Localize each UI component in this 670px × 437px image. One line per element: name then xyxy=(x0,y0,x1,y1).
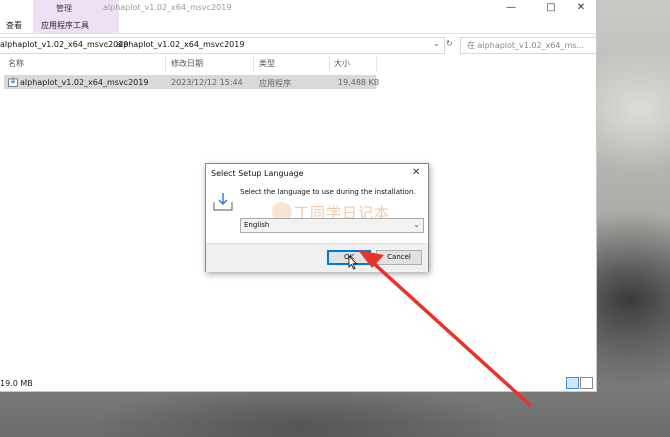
tab-view[interactable]: 查看 xyxy=(6,20,22,31)
large-icons-view-icon[interactable] xyxy=(580,377,593,389)
context-tab-manage[interactable]: 管理 xyxy=(33,3,95,14)
breadcrumb-folder-2[interactable]: alphaplot_v1.02_x64_msvc2019 xyxy=(116,40,244,49)
file-name: alphaplot_v1.02_x64_msvc2019 xyxy=(20,78,149,87)
dialog-title: Select Setup Language xyxy=(211,169,304,178)
search-input[interactable]: 在 alphaplot_v1.02_x64_ms... xyxy=(467,40,584,51)
column-header-name[interactable]: 名称 xyxy=(8,58,24,70)
column-header-type[interactable]: 类型 xyxy=(259,58,275,70)
language-select-value: English xyxy=(244,221,270,229)
dialog-message: Select the language to use during the in… xyxy=(240,188,416,196)
status-selection-size: 19.0 MB xyxy=(0,379,33,388)
minimize-icon[interactable]: — xyxy=(494,0,528,16)
column-header-size[interactable]: 大小 xyxy=(334,58,350,70)
refresh-icon[interactable]: ↻ xyxy=(446,39,453,48)
mouse-cursor-icon xyxy=(348,255,358,270)
column-header-modified[interactable]: 修改日期 xyxy=(171,58,203,70)
column-divider[interactable] xyxy=(329,55,330,72)
ribbon-divider xyxy=(0,33,596,34)
tab-app-tools[interactable]: 应用程序工具 xyxy=(41,20,89,31)
details-view-icon[interactable] xyxy=(566,377,579,389)
file-type: 应用程序 xyxy=(259,79,291,88)
chevron-down-icon[interactable]: ⌄ xyxy=(413,220,420,229)
column-divider[interactable] xyxy=(253,55,254,72)
breadcrumb-separator-icon[interactable]: › xyxy=(105,39,108,48)
setup-install-icon xyxy=(213,193,233,211)
file-modified: 2023/12/12 15:44 xyxy=(171,78,243,87)
breadcrumb-folder-1[interactable]: alphaplot_v1.02_x64_msvc2019 xyxy=(0,40,128,49)
file-row[interactable]: alphaplot_v1.02_x64_msvc2019 2023/12/12 … xyxy=(4,75,380,89)
dialog-close-icon[interactable]: ✕ xyxy=(412,167,420,178)
ribbon-tabs: 查看 应用程序工具 xyxy=(0,18,596,33)
language-select[interactable]: English ⌄ xyxy=(240,218,424,233)
column-divider[interactable] xyxy=(376,55,377,72)
address-bar[interactable]: alphaplot_v1.02_x64_msvc2019 › alphaplot… xyxy=(0,37,445,54)
search-box[interactable]: 在 alphaplot_v1.02_x64_ms... xyxy=(460,37,596,54)
window-title: alphaplot_v1.02_x64_msvc2019 xyxy=(103,3,232,12)
installer-file-icon xyxy=(8,77,18,87)
status-bar: 19.0 MB xyxy=(0,376,596,391)
select-language-dialog: Select Setup Language ✕ Select the langu… xyxy=(205,163,429,272)
maximize-icon[interactable]: □ xyxy=(534,0,568,16)
close-icon[interactable]: ✕ xyxy=(564,0,596,16)
column-divider[interactable] xyxy=(165,55,166,72)
file-size: 19,488 KB xyxy=(338,78,380,87)
cancel-button[interactable]: Cancel xyxy=(376,250,422,265)
address-dropdown-icon[interactable]: ⌄ xyxy=(433,39,440,48)
